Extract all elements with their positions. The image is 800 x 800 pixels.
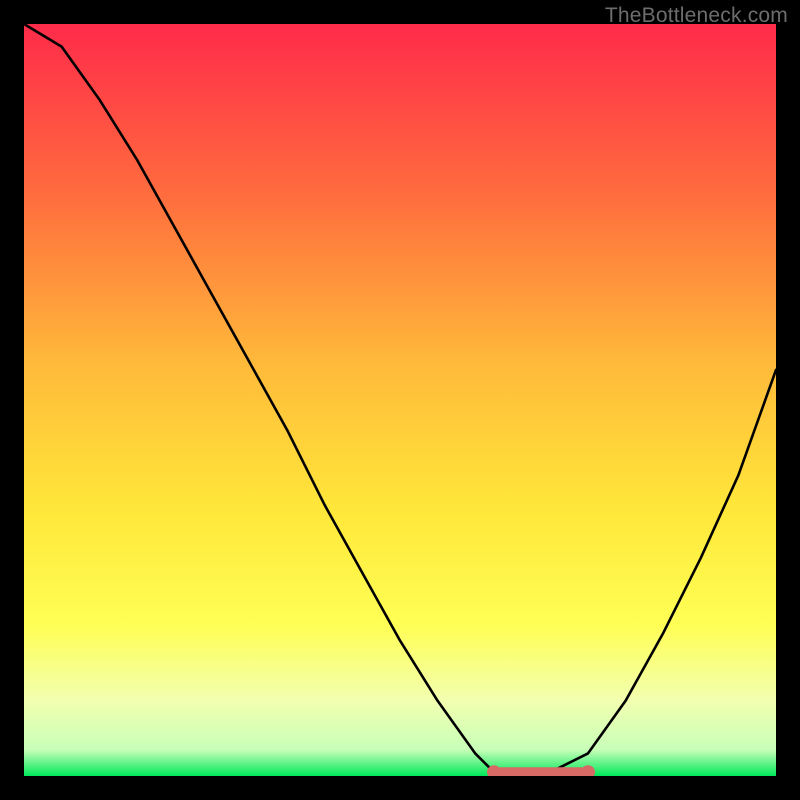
plot-area [24, 24, 776, 776]
chart-frame: TheBottleneck.com [0, 0, 800, 800]
chart-svg [24, 24, 776, 776]
gradient-background [24, 24, 776, 776]
watermark-text: TheBottleneck.com [605, 4, 788, 28]
